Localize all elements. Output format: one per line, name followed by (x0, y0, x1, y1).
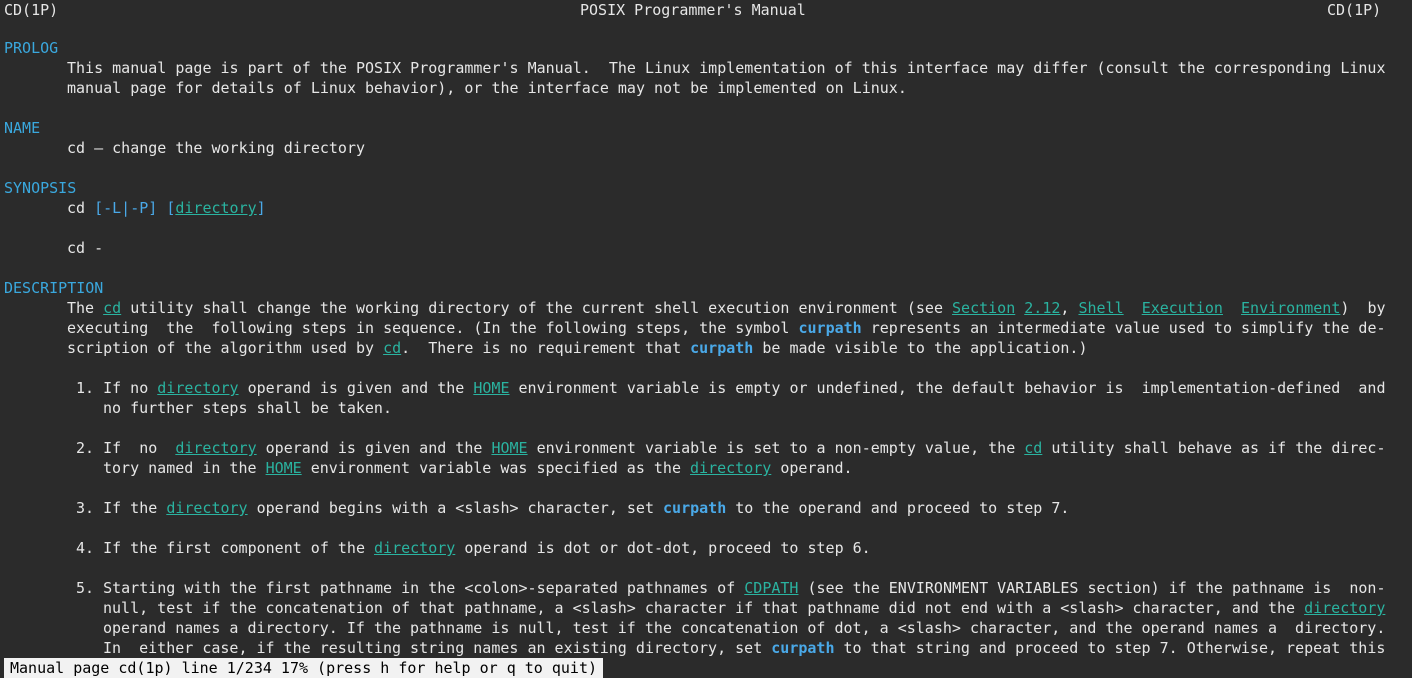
curpath-term: curpath (690, 339, 754, 357)
text: , (1060, 299, 1079, 317)
text (1223, 299, 1241, 317)
header-left: CD(1P) (4, 1, 59, 19)
environment-link[interactable]: Environment (1241, 299, 1340, 317)
curpath-term: curpath (798, 319, 862, 337)
section-description: DESCRIPTION (4, 279, 104, 297)
home-link[interactable]: HOME (473, 379, 509, 397)
text: represents an intermediate value used to… (861, 319, 1386, 337)
text: 5. Starting with the first pathname in t… (76, 579, 745, 597)
text: be made visible to the application.) (753, 339, 1088, 357)
section-name: NAME (4, 119, 41, 137)
section-number-link[interactable]: 2.12 (1024, 299, 1060, 317)
terminal-window[interactable]: CD(1P) POSIX Programmer's Manual CD(1P) … (0, 0, 1412, 678)
text: environment variable is set to a non-emp… (527, 439, 1025, 457)
step-4: 4. If the first component of the directo… (76, 538, 871, 558)
text: In either case, if the resulting string … (103, 639, 772, 657)
text (1124, 299, 1142, 317)
curpath-term: curpath (663, 499, 727, 517)
text: scription of the algorithm used by (67, 339, 384, 357)
text: cd (67, 199, 95, 217)
step-1-cont: no further steps shall be taken. (103, 399, 392, 417)
description-line: The cd utility shall change the working … (67, 298, 1386, 318)
directory-link[interactable]: directory (374, 539, 455, 557)
text: operand. (771, 459, 853, 477)
cd-link[interactable]: cd (383, 339, 401, 357)
text: utility shall change the working directo… (121, 299, 953, 317)
step-5: 5. Starting with the first pathname in t… (76, 578, 1385, 598)
text: 2. If no (76, 439, 176, 457)
options-text: [-L|-P] (94, 199, 167, 217)
directory-link[interactable]: directory (175, 439, 256, 457)
step-5-cont: null, test if the concatenation of that … (103, 598, 1385, 618)
section-link[interactable]: Section (952, 299, 1015, 317)
home-link[interactable]: HOME (266, 459, 302, 477)
text: operand is given and the (256, 439, 492, 457)
step-2-cont: tory named in the HOME environment varia… (103, 458, 853, 478)
home-link[interactable]: HOME (491, 439, 527, 457)
text: operand begins with a <slash> character,… (247, 499, 664, 517)
cdpath-link[interactable]: CDPATH (744, 579, 798, 597)
text: 4. If the first component of the (76, 539, 375, 557)
text: . There is no requirement that (401, 339, 691, 357)
directory-link[interactable]: directory (157, 379, 238, 397)
description-line: scription of the algorithm used by cd. T… (67, 338, 1087, 358)
text: environment variable is empty or undefin… (509, 379, 1386, 397)
step-1: 1. If no directory operand is given and … (76, 378, 1385, 398)
text: The (67, 299, 104, 317)
step-5-cont: In either case, if the resulting string … (103, 638, 1385, 658)
cd-link[interactable]: cd (1024, 439, 1042, 457)
section-prolog: PROLOG (4, 39, 59, 57)
text: environment variable was specified as th… (301, 459, 691, 477)
text: ) by (1340, 299, 1386, 317)
synopsis-line: cd - (67, 239, 104, 257)
text: executing the following steps in sequenc… (67, 319, 799, 337)
step-5-cont: operand names a directory. If the pathna… (103, 619, 1386, 637)
curpath-term: curpath (771, 639, 835, 657)
text: (see the ENVIRONMENT VARIABLES section) … (798, 579, 1386, 597)
text: null, test if the concatenation of that … (103, 599, 1305, 617)
text: tory named in the (103, 459, 266, 477)
text: 1. If no (76, 379, 158, 397)
text (1015, 299, 1024, 317)
execution-link[interactable]: Execution (1142, 299, 1223, 317)
bracket: ] (256, 199, 266, 217)
text: utility shall behave as if the direc- (1042, 439, 1386, 457)
text: 3. If the (76, 499, 167, 517)
pager-status-bar: Manual page cd(1p) line 1/234 17% (press… (4, 658, 603, 678)
text: to that string and proceed to step 7. Ot… (834, 639, 1386, 657)
directory-link[interactable]: directory (1304, 599, 1385, 617)
text: to the operand and proceed to step 7. (726, 499, 1070, 517)
cd-link[interactable]: cd (103, 299, 121, 317)
step-2: 2. If no directory operand is given and … (76, 438, 1386, 458)
step-3: 3. If the directory operand begins with … (76, 498, 1069, 518)
directory-link[interactable]: directory (690, 459, 771, 477)
directory-link[interactable]: directory (175, 199, 256, 217)
prolog-line: This manual page is part of the POSIX Pr… (67, 59, 1386, 77)
section-synopsis: SYNOPSIS (4, 179, 77, 197)
text: operand is given and the (238, 379, 474, 397)
header-title: POSIX Programmer's Manual (580, 1, 806, 19)
prolog-line: manual page for details of Linux behavio… (67, 79, 907, 97)
description-line: executing the following steps in sequenc… (67, 318, 1386, 338)
header-right: CD(1P) (1327, 1, 1382, 19)
name-line: cd — change the working directory (67, 139, 366, 157)
directory-link[interactable]: directory (166, 499, 247, 517)
text: operand is dot or dot-dot, proceed to st… (455, 539, 871, 557)
shell-link[interactable]: Shell (1078, 299, 1123, 317)
synopsis-line: cd [-L|-P] [directory] (67, 198, 266, 218)
